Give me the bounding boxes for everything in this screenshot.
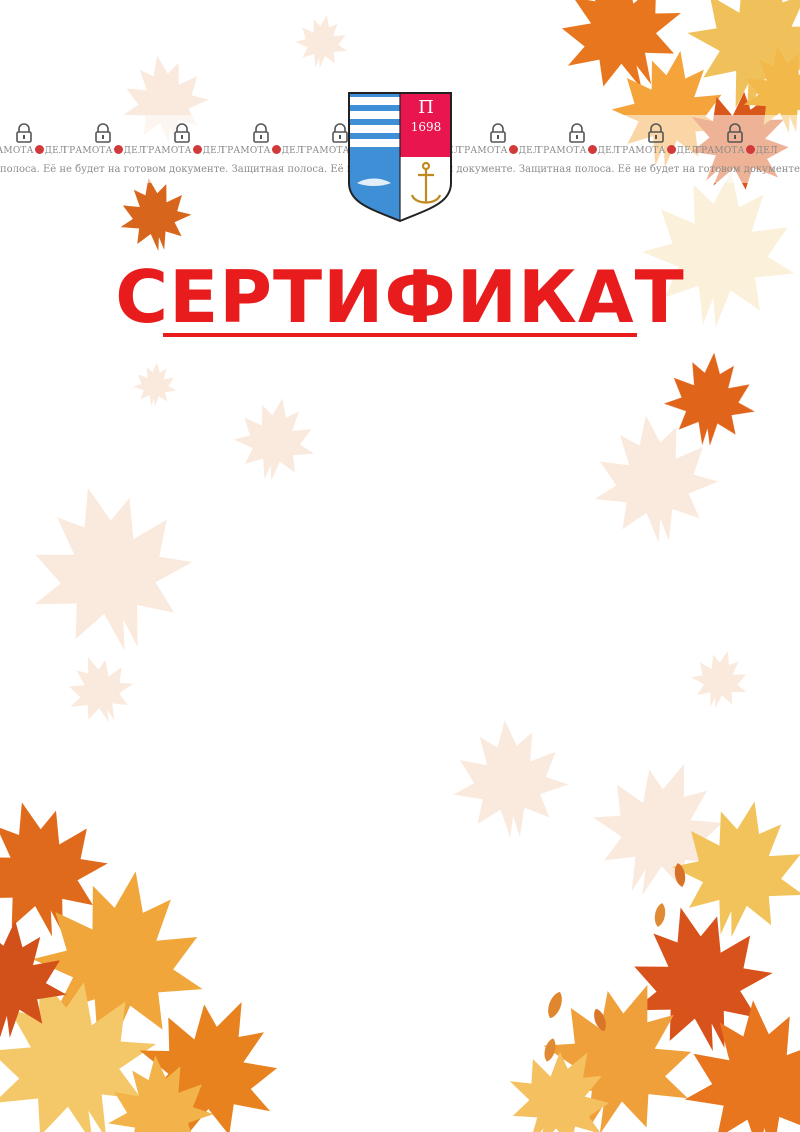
watermark-cell: ГРАМОТАДЕЛ: [458, 123, 540, 156]
crest-letter: П: [418, 97, 434, 118]
watermark-cell: ГРАМОТАДЕЛ: [142, 123, 224, 156]
check-badge-icon: [192, 145, 202, 154]
faint-leaf: [9, 466, 210, 670]
watermark-cell: ГРАМОТАДЕЛ: [616, 123, 698, 156]
title-underline: [163, 333, 637, 337]
check-badge-icon: [587, 145, 597, 154]
lock-icon: [647, 123, 664, 143]
check-badge-icon: [745, 145, 755, 154]
lock-icon: [15, 123, 32, 143]
watermark-cell: ГРАМОТАДЕЛ: [0, 123, 66, 156]
leaf: [113, 171, 197, 257]
crest-year: 1698: [411, 120, 442, 134]
lock-icon: [726, 123, 743, 143]
check-badge-icon: [113, 145, 123, 154]
lock-icon: [173, 123, 190, 143]
watermark-cell: ГРАМОТАДЕЛ: [537, 123, 619, 156]
check-badge-icon: [508, 145, 518, 154]
coat-of-arms-emblem: П 1698: [348, 92, 452, 223]
lock-icon: [252, 123, 269, 143]
check-badge-icon: [271, 145, 281, 154]
lock-icon: [568, 123, 585, 143]
lock-icon: [331, 123, 348, 143]
check-badge-icon: [666, 145, 676, 154]
watermark-cell: ГРАМОТАДЕЛ: [221, 123, 303, 156]
check-badge-icon: [34, 145, 44, 154]
lock-icon: [94, 123, 111, 143]
watermark-cell: ГРАМОТАДЕЛ: [63, 123, 145, 156]
lock-icon: [489, 123, 506, 143]
certificate-title: СЕРТИФИКАТ: [115, 255, 685, 339]
bottom-left-leaf-cluster: [0, 784, 307, 1132]
certificate-page: ГРАМОТАДЕЛ ГРАМОТАДЕЛ ГРАМОТАДЕЛ ГРАМОТА…: [0, 0, 800, 1132]
watermark-cell: ГРАМОТАДЕЛ: [695, 123, 777, 156]
